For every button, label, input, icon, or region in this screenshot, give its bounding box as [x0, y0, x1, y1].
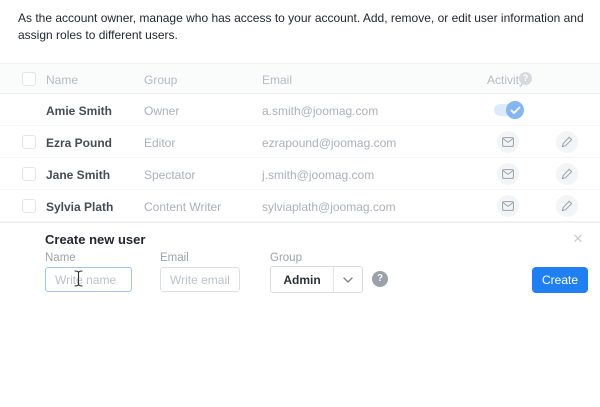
envelope-icon	[502, 137, 514, 147]
user-name: Ezra Pound	[46, 136, 112, 150]
user-email: j.smith@joomag.com	[262, 168, 374, 182]
edit-pen-icon	[561, 136, 573, 148]
column-header-group: Group	[144, 73, 177, 87]
table-row: Jane Smith Spectator j.smith@joomag.com	[0, 158, 600, 190]
send-mail-button[interactable]	[497, 131, 519, 153]
page-description: As the account owner, manage who has acc…	[18, 10, 584, 44]
envelope-icon	[502, 201, 514, 211]
name-input[interactable]	[45, 267, 132, 292]
user-group: Owner	[144, 104, 179, 118]
activity-toggle[interactable]	[494, 104, 524, 116]
group-help-icon[interactable]: ?	[372, 271, 388, 287]
email-field-label: Email	[160, 252, 189, 264]
table-row: Ezra Pound Editor ezrapound@joomag.com	[0, 126, 600, 158]
table-row: Sylvia Plath Content Writer sylviaplath@…	[0, 190, 600, 222]
edit-user-button[interactable]	[556, 163, 578, 185]
send-mail-button[interactable]	[497, 195, 519, 217]
group-selected-value: Admin	[271, 273, 333, 287]
user-name: Jane Smith	[46, 168, 110, 182]
user-name: Sylvia Plath	[46, 200, 113, 214]
envelope-icon	[502, 169, 514, 179]
edit-pen-icon	[561, 168, 573, 180]
user-group: Editor	[144, 136, 175, 150]
column-header-name: Name	[46, 73, 78, 87]
user-name: Amie Smith	[46, 104, 112, 118]
activity-help-icon[interactable]: ?	[519, 72, 532, 85]
users-management-page: As the account owner, manage who has acc…	[0, 0, 600, 407]
user-table: Amie Smith Owner a.smith@joomag.com Ezra…	[0, 94, 600, 222]
name-field-label: Name	[45, 252, 76, 264]
edit-user-button[interactable]	[556, 131, 578, 153]
select-all-checkbox[interactable]	[22, 72, 36, 86]
table-header: Name Group Email Activity ?	[0, 63, 600, 94]
row-checkbox[interactable]	[22, 167, 36, 181]
table-row: Amie Smith Owner a.smith@joomag.com	[0, 94, 600, 126]
edit-pen-icon	[561, 200, 573, 212]
create-new-user-panel: Create new user ✕ Name Email Group Admin…	[0, 222, 600, 407]
email-input[interactable]	[160, 267, 240, 292]
group-field-label: Group	[270, 252, 302, 264]
panel-title: Create new user	[45, 232, 145, 247]
user-group: Content Writer	[144, 200, 221, 214]
user-email: ezrapound@joomag.com	[262, 136, 396, 150]
send-mail-button[interactable]	[497, 163, 519, 185]
row-checkbox[interactable]	[22, 199, 36, 213]
row-checkbox[interactable]	[22, 135, 36, 149]
create-button[interactable]: Create	[532, 267, 588, 293]
close-icon[interactable]: ✕	[570, 231, 586, 247]
toggle-knob-check-icon	[506, 101, 524, 119]
user-email: sylviaplath@joomag.com	[262, 200, 396, 214]
chevron-down-icon	[333, 267, 362, 292]
user-email: a.smith@joomag.com	[262, 104, 378, 118]
user-group: Spectator	[144, 168, 195, 182]
edit-user-button[interactable]	[556, 195, 578, 217]
group-select[interactable]: Admin	[270, 266, 363, 293]
column-header-email: Email	[262, 73, 292, 87]
